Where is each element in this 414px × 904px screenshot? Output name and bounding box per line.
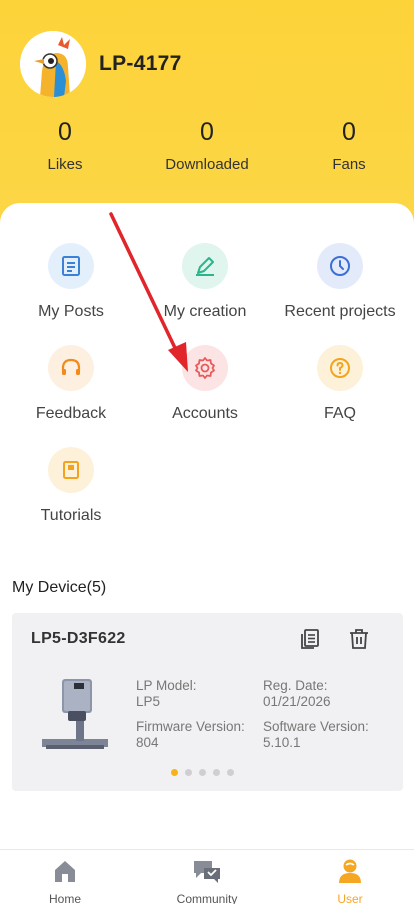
my-device-title: My Device(5)	[12, 579, 107, 596]
menu-recent-projects[interactable]: Recent projects	[270, 243, 410, 321]
pagination-dots	[171, 769, 234, 776]
pagination-dot[interactable]	[199, 769, 206, 776]
stat-fans[interactable]: 0 Fans	[289, 118, 409, 173]
menu-label: Tutorials	[40, 507, 102, 524]
pagination-dot[interactable]	[185, 769, 192, 776]
nav-home[interactable]: Home	[0, 850, 134, 904]
menu-label: FAQ	[323, 405, 356, 422]
downloaded-label: Downloaded	[165, 156, 249, 173]
home-icon	[52, 858, 78, 889]
lp-model-label: LP Model:	[136, 678, 197, 693]
menu-tutorials[interactable]: Tutorials	[1, 447, 141, 525]
downloaded-count: 0	[200, 118, 214, 146]
stat-likes[interactable]: 0 Likes	[5, 118, 125, 173]
stat-downloaded[interactable]: 0 Downloaded	[147, 118, 267, 173]
software-value: 5.10.1	[263, 735, 301, 750]
copy-icon[interactable]	[298, 627, 322, 651]
user-icon	[337, 858, 363, 889]
menu-label: My creation	[163, 303, 247, 320]
nav-home-label: Home	[48, 892, 81, 904]
clock-icon	[317, 243, 363, 289]
menu-label: Recent projects	[284, 303, 396, 320]
bottom-nav: Home Community User	[0, 849, 414, 904]
menu-my-posts[interactable]: My Posts	[1, 243, 141, 321]
firmware-label: Firmware Version:	[136, 719, 245, 734]
menu-my-creation[interactable]: My creation	[135, 243, 275, 321]
reg-date-label: Reg. Date:	[263, 678, 328, 693]
likes-count: 0	[58, 118, 72, 146]
nav-user-label: User	[337, 892, 363, 904]
likes-label: Likes	[47, 156, 83, 173]
bird-avatar-icon	[20, 31, 86, 97]
pagination-dot[interactable]	[227, 769, 234, 776]
menu-accounts[interactable]: Accounts	[135, 345, 275, 423]
software-label: Software Version:	[263, 719, 369, 734]
fans-label: Fans	[332, 156, 366, 173]
trash-icon[interactable]	[347, 627, 371, 651]
nav-user[interactable]: User	[281, 850, 414, 904]
chat-icon	[192, 858, 222, 889]
reg-date-value: 01/21/2026	[263, 694, 331, 709]
laser-engraver-image	[40, 675, 110, 758]
menu-feedback[interactable]: Feedback	[1, 345, 141, 423]
pencil-icon	[182, 243, 228, 289]
avatar[interactable]	[20, 31, 86, 97]
menu-label: Accounts	[172, 405, 238, 422]
menu-label: Feedback	[35, 405, 107, 422]
headset-icon	[48, 345, 94, 391]
menu-faq[interactable]: FAQ	[270, 345, 410, 423]
question-icon	[317, 345, 363, 391]
gear-icon	[182, 345, 228, 391]
pagination-dot[interactable]	[213, 769, 220, 776]
document-icon	[48, 243, 94, 289]
username: LP-4177	[99, 52, 182, 75]
firmware-value: 804	[136, 735, 159, 750]
nav-community[interactable]: Community	[138, 850, 276, 904]
device-name: LP5-D3F622	[31, 630, 126, 647]
menu-label: My Posts	[38, 303, 104, 320]
lp-model-value: LP5	[136, 694, 161, 709]
device-card[interactable]: LP5-D3F622 LP Model: LP5 Reg. Date: 01/2…	[12, 613, 403, 791]
nav-community-label: Community	[176, 892, 238, 904]
fans-count: 0	[342, 118, 356, 146]
book-icon	[48, 447, 94, 493]
pagination-dot[interactable]	[171, 769, 178, 776]
